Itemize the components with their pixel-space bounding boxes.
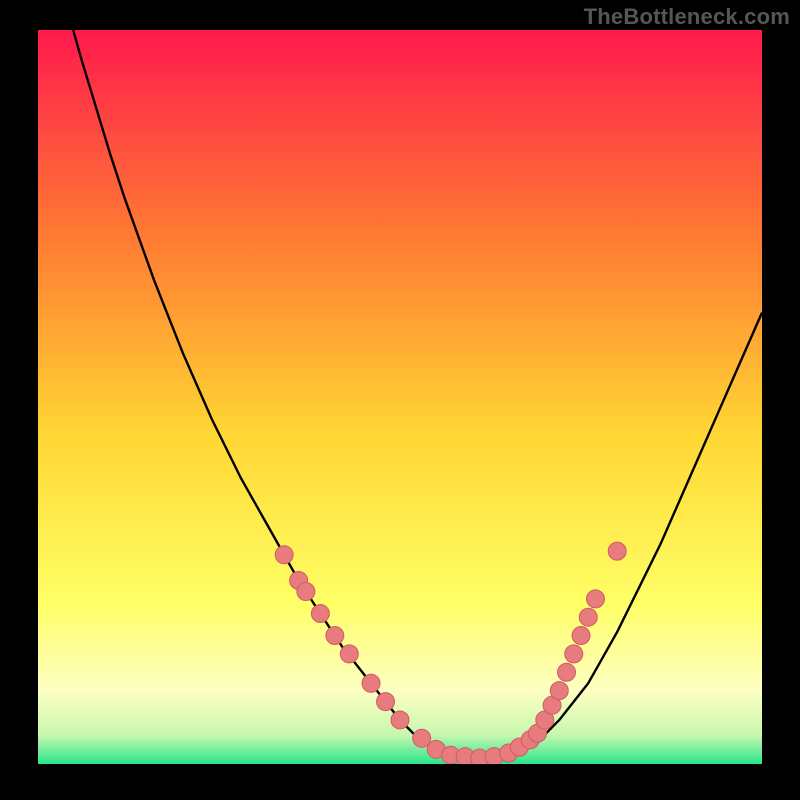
highlight-dot	[608, 542, 626, 560]
highlight-dot	[586, 590, 604, 608]
highlight-dot	[391, 711, 409, 729]
highlight-dot	[572, 627, 590, 645]
chart-frame: { "watermark": { "text": "TheBottleneck.…	[0, 0, 800, 800]
highlight-dot	[550, 682, 568, 700]
watermark-text: TheBottleneck.com	[584, 4, 790, 30]
highlight-dot	[340, 645, 358, 663]
highlight-dot	[565, 645, 583, 663]
highlight-dot	[326, 627, 344, 645]
bottleneck-chart	[0, 0, 800, 800]
gradient-background	[38, 30, 762, 764]
highlight-dot	[377, 693, 395, 711]
highlight-dot	[311, 605, 329, 623]
highlight-dot	[579, 608, 597, 626]
highlight-dot	[275, 546, 293, 564]
highlight-dot	[362, 674, 380, 692]
highlight-dot	[558, 663, 576, 681]
highlight-dot	[297, 583, 315, 601]
